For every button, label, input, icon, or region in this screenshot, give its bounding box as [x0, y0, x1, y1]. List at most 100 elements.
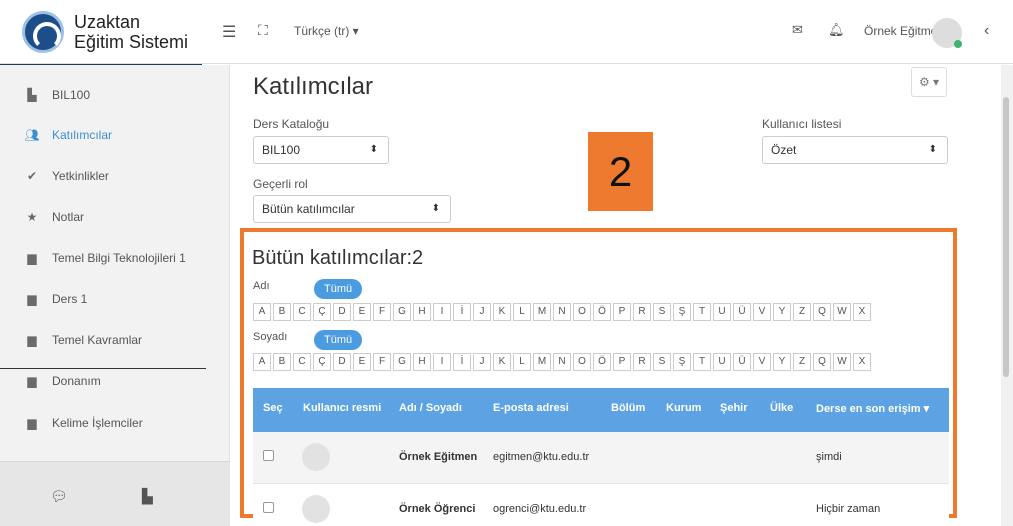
- letter-filter-button[interactable]: C: [293, 303, 311, 321]
- scrollbar-thumb[interactable]: [1003, 97, 1009, 377]
- letter-filter-button[interactable]: B: [273, 353, 291, 371]
- col-header-name[interactable]: Adı / Soyadı: [399, 402, 462, 414]
- letter-filter-button[interactable]: A: [253, 303, 271, 321]
- sidebar-item-section-3[interactable]: ▆ Temel Kavramlar: [0, 320, 230, 360]
- col-header-department[interactable]: Bölüm: [611, 402, 645, 414]
- row-name[interactable]: Örnek Eğitmen: [399, 451, 477, 463]
- letter-filter-button[interactable]: Ö: [593, 303, 611, 321]
- sidebar-item-participants[interactable]: 👥︎ Katılımcılar: [0, 115, 230, 155]
- letter-filter-button[interactable]: O: [573, 303, 591, 321]
- user-list-select[interactable]: Özet ⬍: [762, 136, 948, 164]
- chevron-left-icon[interactable]: ‹: [984, 22, 989, 40]
- col-header-institution[interactable]: Kurum: [666, 402, 701, 414]
- letter-filter-button[interactable]: W: [833, 353, 851, 371]
- letter-filter-button[interactable]: C: [293, 353, 311, 371]
- letter-filter-button[interactable]: W: [833, 303, 851, 321]
- letter-filter-button[interactable]: Z: [793, 303, 811, 321]
- letter-filter-button[interactable]: Y: [773, 303, 791, 321]
- letter-filter-button[interactable]: F: [373, 353, 391, 371]
- letter-filter-button[interactable]: M: [533, 303, 551, 321]
- letter-filter-button[interactable]: J: [473, 353, 491, 371]
- letter-filter-button[interactable]: İ: [453, 303, 471, 321]
- letter-filter-button[interactable]: U: [713, 353, 731, 371]
- letter-filter-button[interactable]: R: [633, 353, 651, 371]
- letter-filter-button[interactable]: Ç: [313, 303, 331, 321]
- letter-filter-button[interactable]: B: [273, 303, 291, 321]
- sidebar-item-course[interactable]: ▙ BIL100: [0, 75, 230, 115]
- letter-filter-button[interactable]: X: [853, 353, 871, 371]
- messages-icon[interactable]: ✉: [792, 22, 803, 38]
- letter-filter-button[interactable]: I: [433, 303, 451, 321]
- letter-filter-button[interactable]: R: [633, 303, 651, 321]
- settings-menu-button[interactable]: ⚙ ▾: [911, 67, 947, 97]
- letter-filter-button[interactable]: N: [553, 303, 571, 321]
- letter-filter-button[interactable]: X: [853, 303, 871, 321]
- language-selector[interactable]: Türkçe (tr) ▾: [294, 24, 359, 38]
- letter-filter-button[interactable]: K: [493, 303, 511, 321]
- letter-filter-button[interactable]: S: [653, 303, 671, 321]
- letter-filter-button[interactable]: Ö: [593, 353, 611, 371]
- letter-filter-button[interactable]: G: [393, 353, 411, 371]
- letter-filter-button[interactable]: Y: [773, 353, 791, 371]
- letter-filter-button[interactable]: I: [433, 353, 451, 371]
- col-header-select[interactable]: Seç: [263, 402, 283, 414]
- chat-icon[interactable]: 💬︎: [50, 488, 68, 505]
- letter-filter-button[interactable]: Ü: [733, 303, 751, 321]
- letter-filter-button[interactable]: U: [713, 303, 731, 321]
- letter-filter-button[interactable]: V: [753, 353, 771, 371]
- letter-filter-button[interactable]: L: [513, 303, 531, 321]
- letter-filter-button[interactable]: V: [753, 303, 771, 321]
- brand[interactable]: Uzaktan Eğitim Sistemi: [18, 2, 206, 62]
- letter-filter-button[interactable]: K: [493, 353, 511, 371]
- letter-filter-button[interactable]: D: [333, 303, 351, 321]
- letter-filter-button[interactable]: T: [693, 303, 711, 321]
- letter-filter-button[interactable]: Ç: [313, 353, 331, 371]
- letter-filter-button[interactable]: P: [613, 353, 631, 371]
- letter-filter-button[interactable]: H: [413, 353, 431, 371]
- letter-filter-button[interactable]: E: [353, 303, 371, 321]
- role-select[interactable]: Bütün katılımcılar ⬍: [253, 195, 451, 223]
- last-name-all-button[interactable]: Tümü: [314, 330, 363, 350]
- letter-filter-button[interactable]: E: [353, 353, 371, 371]
- letter-filter-button[interactable]: Q: [813, 353, 831, 371]
- sidebar-item-section-5[interactable]: ▆ Kelime İşlemciler: [0, 403, 230, 443]
- sidebar-item-grades[interactable]: ★ Notlar: [0, 197, 230, 237]
- letter-filter-button[interactable]: J: [473, 303, 491, 321]
- letter-filter-button[interactable]: G: [393, 303, 411, 321]
- letter-filter-button[interactable]: L: [513, 353, 531, 371]
- hamburger-menu-icon[interactable]: ☰: [222, 22, 236, 42]
- notifications-bell-icon[interactable]: 🔔︎: [828, 22, 845, 38]
- letter-filter-button[interactable]: Z: [793, 353, 811, 371]
- letter-filter-button[interactable]: T: [693, 353, 711, 371]
- row-name[interactable]: Örnek Öğrenci: [399, 503, 475, 515]
- letter-filter-button[interactable]: O: [573, 353, 591, 371]
- letter-filter-button[interactable]: M: [533, 353, 551, 371]
- letter-filter-button[interactable]: Ş: [673, 353, 691, 371]
- sidebar-item-section-2[interactable]: ▆ Ders 1: [0, 279, 230, 319]
- sidebar-item-section-1[interactable]: ▆ Temel Bilgi Teknolojileri 1: [0, 238, 230, 278]
- letter-filter-button[interactable]: İ: [453, 353, 471, 371]
- first-name-all-button[interactable]: Tümü: [314, 279, 363, 299]
- fullscreen-icon[interactable]: ⛶: [258, 22, 268, 39]
- letter-filter-button[interactable]: Q: [813, 303, 831, 321]
- bookmark-icon[interactable]: ▙: [142, 488, 153, 505]
- letter-filter-button[interactable]: N: [553, 353, 571, 371]
- letter-filter-button[interactable]: P: [613, 303, 631, 321]
- letter-filter-button[interactable]: Ü: [733, 353, 751, 371]
- row-checkbox[interactable]: [263, 450, 274, 461]
- col-header-last-access[interactable]: Derse en son erişim ▾: [816, 402, 929, 415]
- catalog-select[interactable]: BIL100 ⬍: [253, 136, 389, 164]
- letter-filter-button[interactable]: Ş: [673, 303, 691, 321]
- letter-filter-button[interactable]: A: [253, 353, 271, 371]
- col-header-city[interactable]: Şehir: [720, 402, 748, 414]
- vertical-scrollbar[interactable]: [1001, 65, 1013, 526]
- user-avatar[interactable]: [932, 18, 962, 48]
- letter-filter-button[interactable]: H: [413, 303, 431, 321]
- letter-filter-button[interactable]: S: [653, 353, 671, 371]
- letter-filter-button[interactable]: D: [333, 353, 351, 371]
- sidebar-item-section-4[interactable]: ▆ Donanım: [0, 361, 230, 401]
- sidebar-item-competencies[interactable]: ✔ Yetkinlikler: [0, 156, 230, 196]
- row-checkbox[interactable]: [263, 502, 274, 513]
- col-header-country[interactable]: Ülke: [770, 402, 793, 414]
- letter-filter-button[interactable]: F: [373, 303, 391, 321]
